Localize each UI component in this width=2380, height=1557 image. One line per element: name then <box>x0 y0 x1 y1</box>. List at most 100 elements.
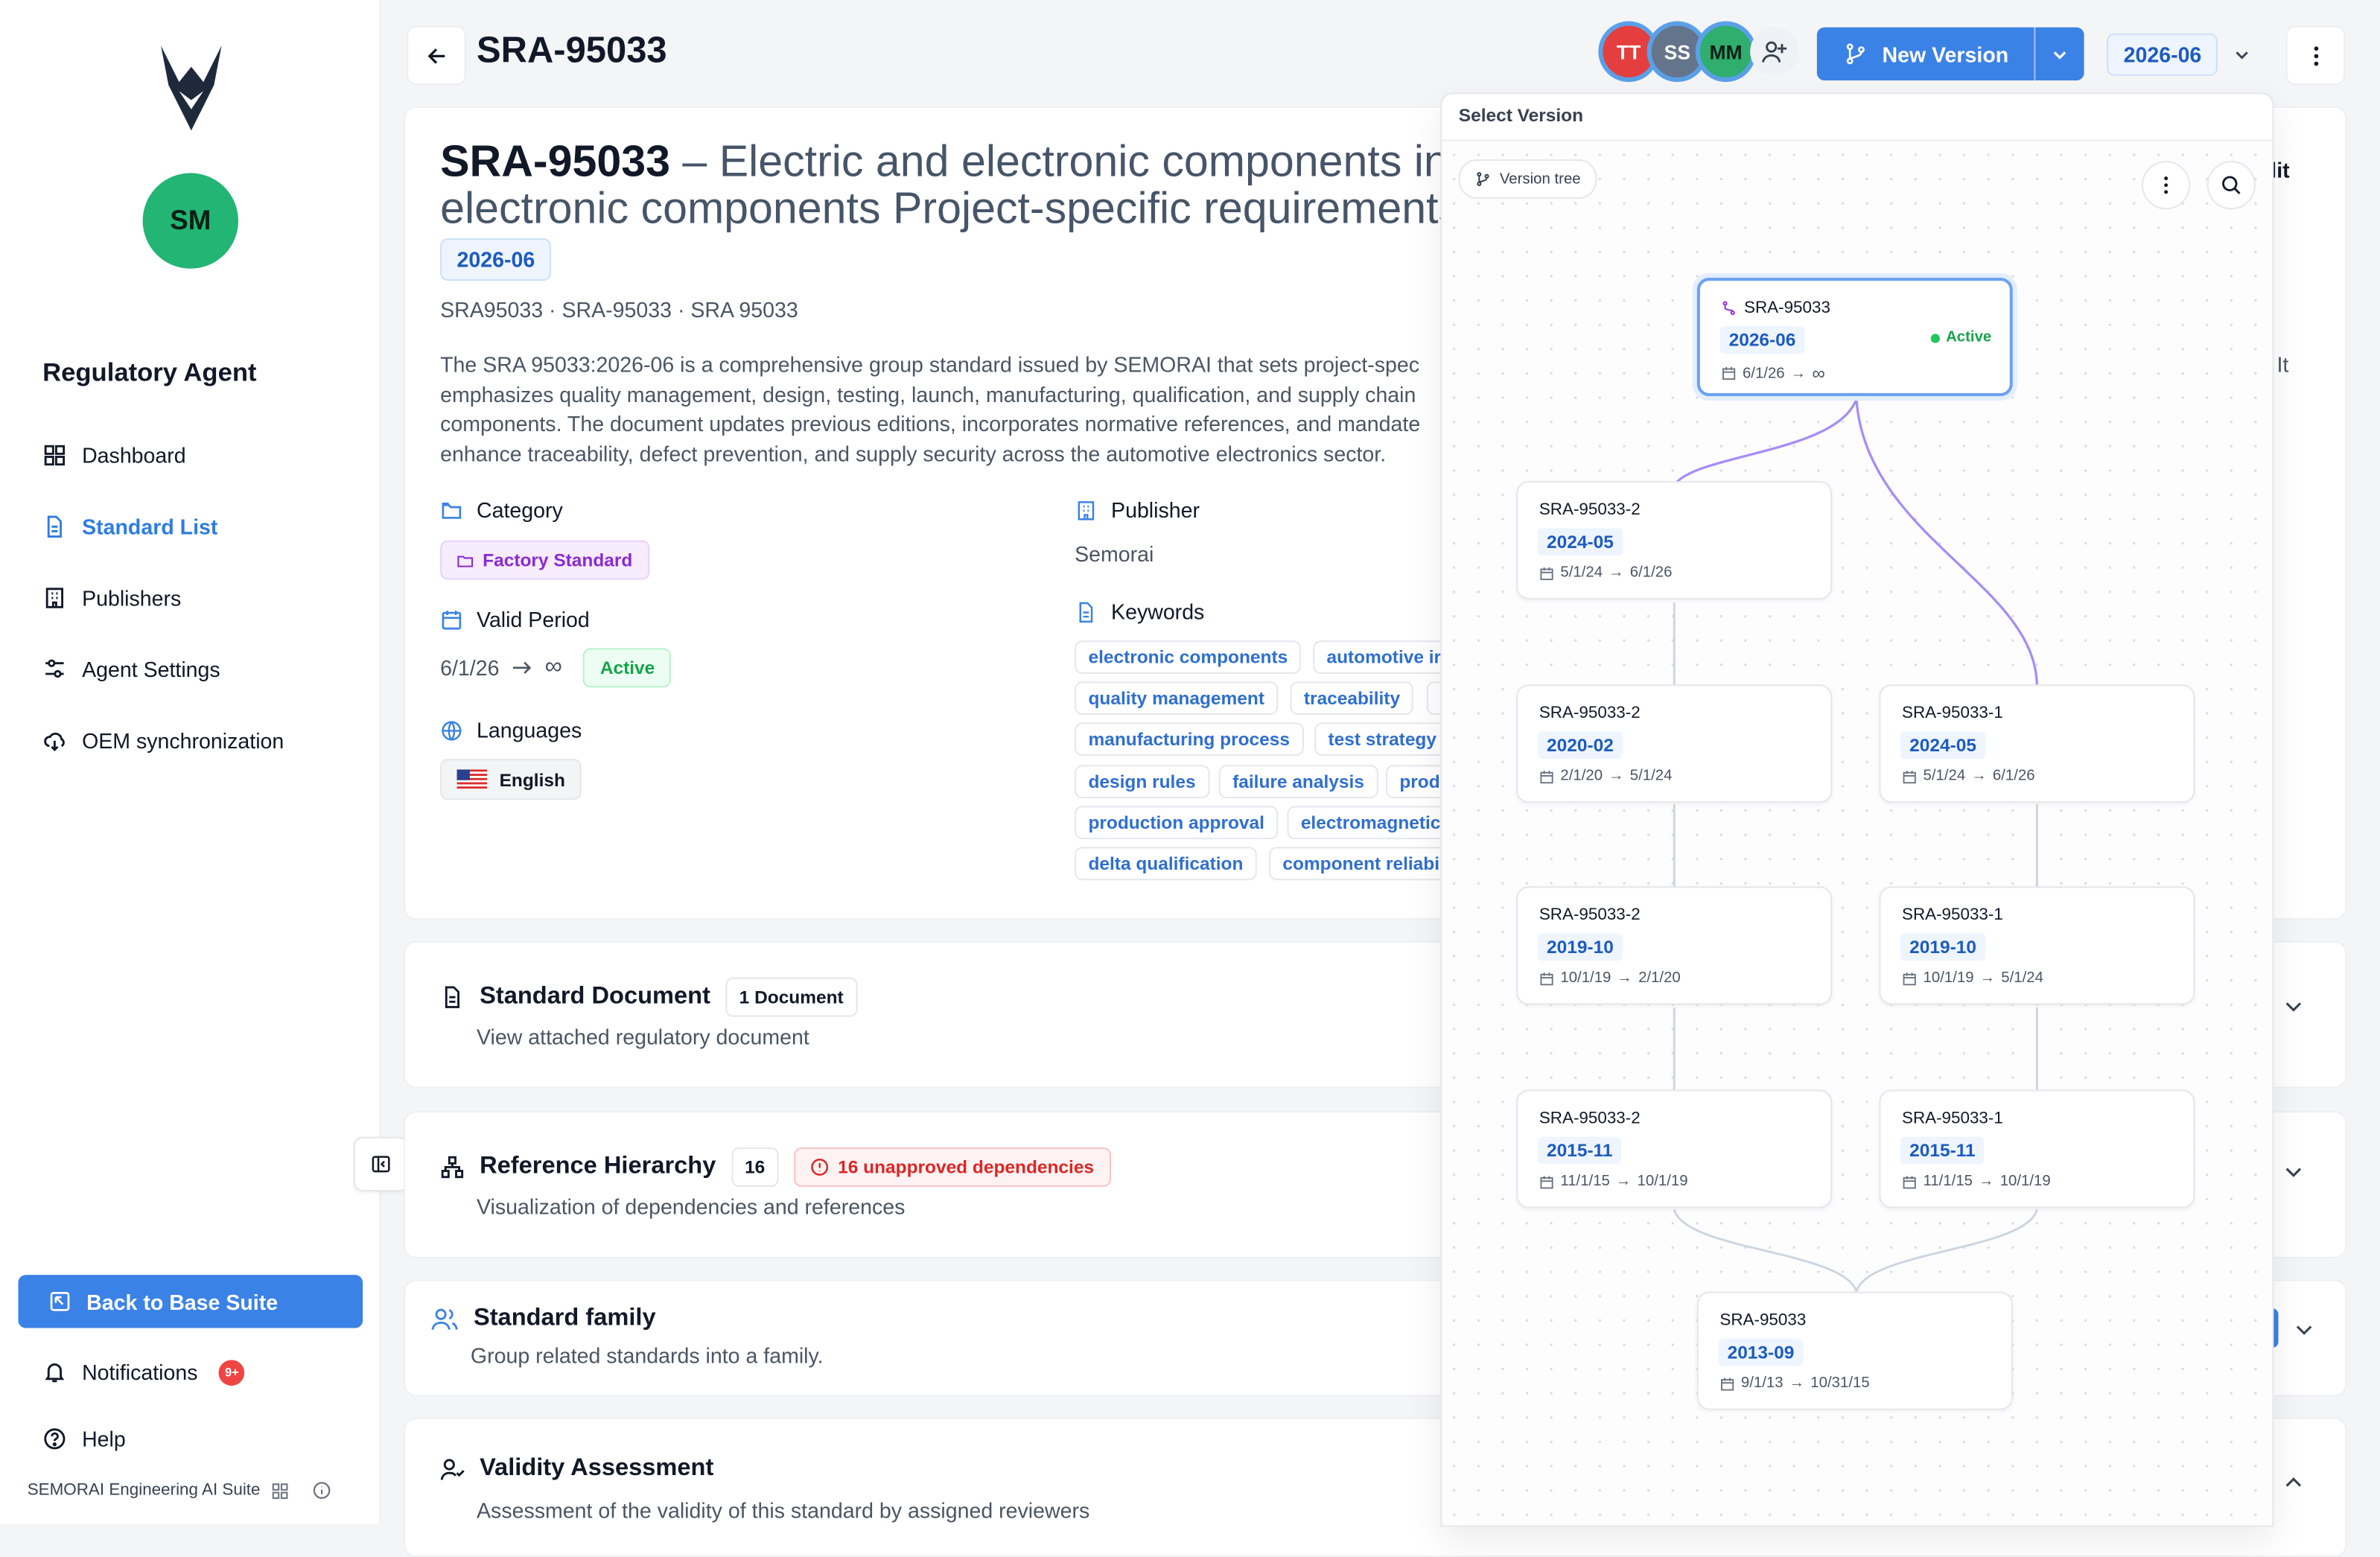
version-node[interactable]: SRA-95033-2 2024-05 5/1/24 → 6/1/26 <box>1516 481 1833 600</box>
arrow-right-icon <box>512 661 532 674</box>
version-node[interactable]: SRA-95033-1 2019-10 10/1/19 → 5/1/24 <box>1879 886 2195 1005</box>
keyword-chip[interactable]: delta qualification <box>1075 847 1257 881</box>
node-name: SRA-95033-1 <box>1901 704 2003 723</box>
node-to: 5/1/24 <box>1629 768 1673 785</box>
collaborator-avatar[interactable]: MM <box>1695 21 1757 83</box>
section-subtitle: View attached regulatory document <box>477 1024 809 1049</box>
keyword-chip[interactable]: prod <box>1385 765 1441 799</box>
arrow-icon: → <box>1617 969 1632 987</box>
git-branch-icon <box>1477 172 1489 186</box>
node-from: 10/1/19 <box>1923 969 1974 987</box>
notification-badge: 9+ <box>219 1359 245 1385</box>
nav-standard-list[interactable]: Standard List <box>42 509 217 545</box>
label-text: Valid Period <box>477 607 590 631</box>
expand-reference-toggle[interactable] <box>2283 1161 2305 1182</box>
chevron-down-icon <box>2285 1168 2302 1177</box>
edge-active-left <box>1673 398 1858 487</box>
description-line: The SRA 95033:2026-06 is a comprehensive… <box>440 351 1420 377</box>
calendar-icon <box>1903 1175 1916 1188</box>
nav-publishers[interactable]: Publishers <box>42 580 181 617</box>
globe-icon <box>442 720 462 740</box>
node-dates: 5/1/24 → 6/1/26 <box>1902 768 2035 785</box>
more-vertical-icon <box>2313 45 2318 66</box>
new-version-dropdown-toggle[interactable] <box>2034 27 2084 81</box>
bell-icon <box>45 1363 65 1383</box>
keyword-chip[interactable]: electromagnetic <box>1287 806 1441 840</box>
users-icon <box>431 1308 458 1330</box>
keyword-chip[interactable]: automotive ir <box>1313 640 1441 675</box>
nav-label: Help <box>82 1427 126 1451</box>
version-node[interactable]: SRA-95033 2026-06 Active 6/1/26 → ∞ <box>1696 278 2013 396</box>
keyword-chip[interactable]: component reliabi <box>1269 847 1441 881</box>
keyword-chip[interactable]: production approval <box>1075 806 1279 840</box>
standard-title: SRA-95033 – Electric and electronic comp… <box>440 139 1503 234</box>
more-options-button[interactable] <box>2285 25 2346 86</box>
node-version: 2020-02 <box>1537 731 1623 760</box>
keyword-chip[interactable]: traceability <box>1290 681 1414 716</box>
nav-oem-sync[interactable]: OEM synchronization <box>42 722 284 759</box>
expand-family-toggle[interactable] <box>2294 1319 2315 1340</box>
user-avatar[interactable]: SM <box>142 173 239 269</box>
expand-document-toggle[interactable] <box>2283 996 2305 1017</box>
version-tree-chip[interactable]: Version tree <box>1458 159 1598 200</box>
suite-footer: SEMORAI Engineering AI Suite <box>28 1481 332 1500</box>
node-name: SRA-95033 <box>1719 1311 1807 1330</box>
node-from: 6/1/26 <box>1742 365 1785 382</box>
info-icon[interactable] <box>314 1481 331 1499</box>
user-check-icon <box>440 1459 465 1480</box>
collapse-validity-toggle[interactable] <box>2283 1472 2305 1494</box>
languages-label: Languages <box>440 718 582 742</box>
keyword-chip[interactable]: failure analysis <box>1218 765 1378 799</box>
node-from: 11/1/15 <box>1923 1173 1973 1191</box>
sidebar: SM Regulatory Agent Dashboard Standard L… <box>0 0 381 1524</box>
node-version: 2026-06 <box>1719 326 1805 354</box>
new-version-label: New Version <box>1882 42 2009 66</box>
version-node[interactable]: SRA-95033 2013-09 9/1/13 → 10/31/15 <box>1696 1291 2013 1410</box>
standard-version-chip: 2026-06 <box>440 238 552 281</box>
section-subtitle: Group related standards into a family. <box>470 1343 824 1368</box>
keyword-chip[interactable]: design rules <box>1075 765 1209 799</box>
keyword-chip[interactable]: manufacturing process <box>1075 722 1304 757</box>
keyword-chip[interactable]: electronic components <box>1075 640 1302 675</box>
version-node[interactable]: SRA-95033-1 2024-05 5/1/24 → 6/1/26 <box>1879 684 2195 803</box>
version-chip-label: 2026-06 <box>440 238 552 281</box>
calendar-icon <box>1540 972 1553 985</box>
back-button[interactable] <box>407 25 466 86</box>
publisher-label: Publisher <box>1075 498 1200 522</box>
alert-circle-icon <box>811 1159 829 1176</box>
collapse-sidebar-button[interactable] <box>353 1136 409 1192</box>
nav-label: Notifications <box>82 1360 198 1384</box>
node-dates: 6/1/26 → ∞ <box>1721 363 1825 384</box>
tree-search-button[interactable] <box>2206 161 2256 210</box>
version-select[interactable]: 2026-06 <box>2107 28 2274 80</box>
node-version: 2024-05 <box>1900 731 1986 760</box>
keyword-chip[interactable]: test strategy <box>1314 722 1441 757</box>
node-dates: 10/1/19 → 5/1/24 <box>1902 969 2043 987</box>
back-to-base-suite-button[interactable]: Back to Base Suite <box>18 1275 363 1328</box>
keyword-chip[interactable]: quality management <box>1075 681 1279 716</box>
document-icon <box>445 986 459 1008</box>
tree-options-button[interactable] <box>2142 161 2191 210</box>
label-text: Category <box>477 497 563 523</box>
status-badge: Active <box>583 648 672 688</box>
arrow-icon: → <box>1609 768 1624 785</box>
folder-icon <box>457 555 474 567</box>
nav-dashboard[interactable]: Dashboard <box>42 437 186 474</box>
version-node[interactable]: SRA-95033-2 2015-11 11/1/15 → 10/1/19 <box>1516 1089 1833 1209</box>
new-version-button[interactable]: New Version <box>1817 28 2034 80</box>
version-node[interactable]: SRA-95033-2 2019-10 10/1/19 → 2/1/20 <box>1516 886 1833 1005</box>
nav-help[interactable]: Help <box>42 1421 126 1457</box>
panel-left-icon <box>372 1156 390 1173</box>
keyword-chip-overflow[interactable] <box>1427 681 1441 716</box>
version-node[interactable]: SRA-95033-1 2015-11 11/1/15 → 10/1/19 <box>1879 1089 2195 1209</box>
add-collaborator-button[interactable] <box>1750 27 1799 76</box>
nav-agent-settings[interactable]: Agent Settings <box>42 651 220 687</box>
version-node[interactable]: SRA-95033-2 2020-02 2/1/20 → 5/1/24 <box>1516 684 1833 803</box>
valid-period: 6/1/26 ∞ Active <box>440 648 672 688</box>
calendar-icon <box>1540 566 1553 580</box>
nav-notifications[interactable]: Notifications 9+ <box>42 1354 245 1390</box>
apps-icon[interactable] <box>273 1482 289 1498</box>
us-flag-icon <box>456 769 488 789</box>
page-title: SRA-95033 <box>477 30 667 71</box>
popover-header: Select Version <box>1442 94 2273 141</box>
